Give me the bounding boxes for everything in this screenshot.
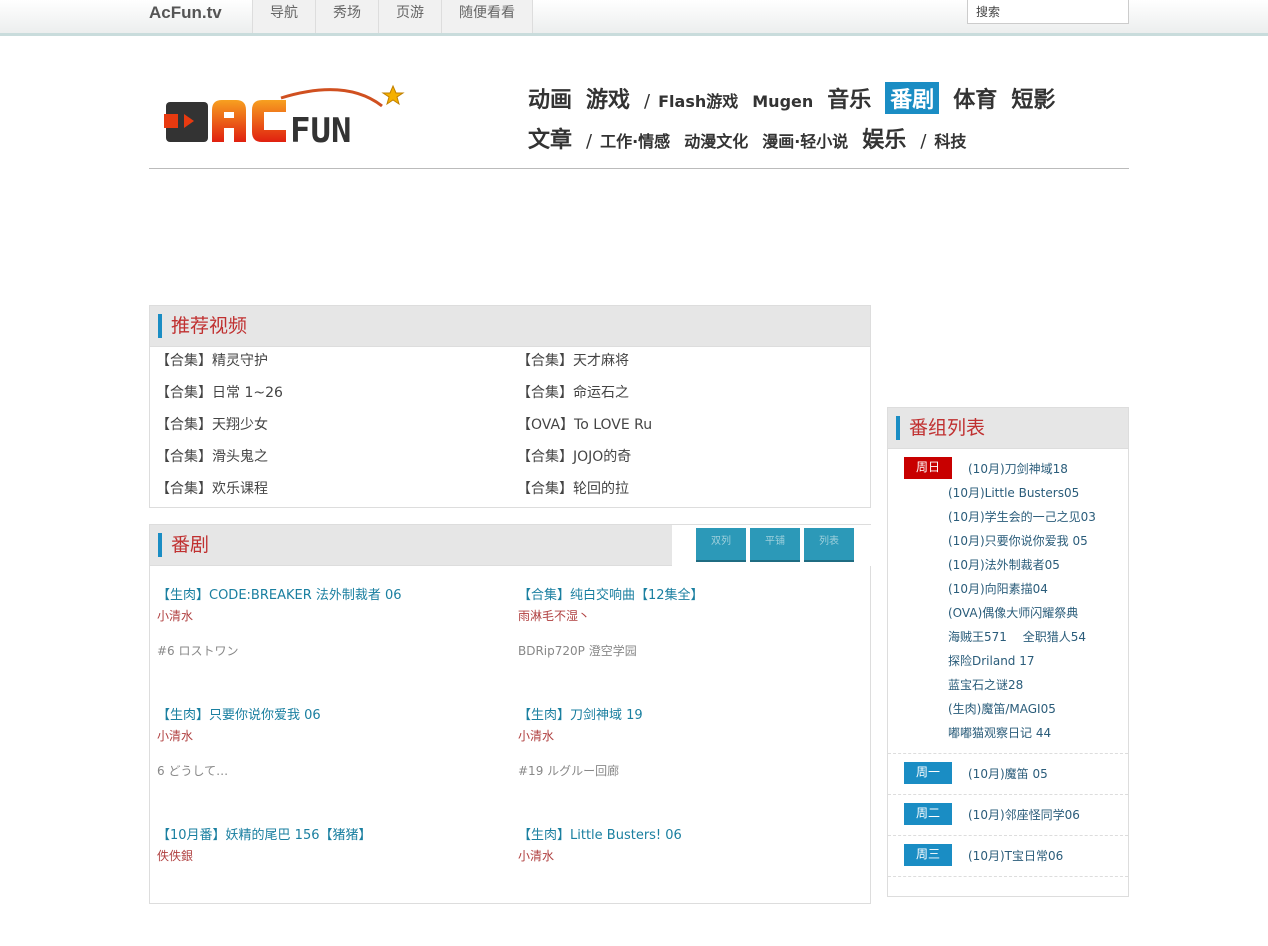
nav-separator: /	[586, 131, 593, 152]
main-nav-item[interactable]: 游戏	[586, 82, 630, 114]
video-author[interactable]: 雨淋毛不湿丶	[518, 606, 868, 626]
nav-separator: /	[644, 91, 651, 112]
video-author[interactable]: 小清水	[518, 726, 868, 746]
schedule-item[interactable]: (10月)学生会的一己之见03	[948, 505, 1096, 529]
recommended-item[interactable]: 【合集】命运石之	[517, 379, 877, 411]
day-items: (10月)刀剑神域18 (10月)Little Busters05 (10月)学生会…	[948, 457, 1096, 745]
schedule-item[interactable]: 海贼王571 全职猎人54	[948, 625, 1096, 649]
top-nav-item[interactable]: 随便看看	[441, 0, 533, 33]
recommended-item[interactable]: 【合集】轮回的拉	[517, 475, 877, 507]
video-item: 【生肉】刀剑神域 19 小清水 #19 ルグルー回廊	[518, 706, 868, 826]
main-nav-item[interactable]: Mugen	[752, 92, 813, 111]
schedule-item[interactable]: (生肉)魔笛/MAGI05	[948, 697, 1096, 721]
video-author[interactable]: 小清水	[518, 846, 868, 866]
video-description: #19 ルグルー回廊	[518, 764, 620, 778]
schedule-item[interactable]: (OVA)偶像大师闪耀祭典	[948, 601, 1096, 625]
schedule-item[interactable]: 探险Driland 17	[948, 649, 1096, 673]
top-nav-item[interactable]: 秀场	[315, 0, 378, 33]
day-tab[interactable]: 周日	[904, 457, 952, 479]
schedule-item[interactable]: (10月)只要你说你爱我 05	[948, 529, 1096, 553]
recommended-item[interactable]: 【合集】天才麻将	[517, 347, 877, 379]
acfun-logo[interactable]: FUN	[156, 78, 406, 151]
recommended-item[interactable]: 【合集】JOJO的奇	[517, 443, 877, 475]
schedule-item[interactable]: (10月)魔笛 05	[958, 762, 1048, 786]
top-bar: AcFun.tv 导航 秀场 页游 随便看看 搜索	[0, 0, 1268, 36]
schedule-item[interactable]: 蓝宝石之谜28	[948, 673, 1096, 697]
video-title[interactable]: 【生肉】只要你说你爱我 06	[157, 706, 518, 726]
schedule-day: 周一 (10月)魔笛 05	[888, 754, 1128, 795]
top-nav-item[interactable]: 导航	[252, 0, 315, 33]
video-item: 【生肉】Little Busters! 06 小清水	[518, 826, 868, 946]
main-nav-item[interactable]: 科技	[934, 128, 966, 152]
main-nav-item[interactable]: 番剧	[885, 82, 940, 114]
day-tab[interactable]: 周三	[904, 844, 952, 866]
recommended-item[interactable]: 【合集】天翔少女	[156, 411, 517, 443]
day-tab[interactable]: 周二	[904, 803, 952, 825]
schedule-item[interactable]: (10月)邻座怪同学06	[958, 803, 1080, 827]
video-author[interactable]: 小清水	[157, 726, 518, 746]
search-input[interactable]: 搜索	[967, 0, 1129, 24]
schedule-day: 周二 (10月)邻座怪同学06	[888, 795, 1128, 836]
video-item: 【生肉】CODE:BREAKER 法外制裁者 06 小清水 #6 ロストワン	[157, 586, 518, 706]
day-items: (10月)T宝日常06	[952, 844, 1063, 868]
nav-separator: /	[920, 131, 927, 152]
schedule-item[interactable]: (10月)法外制裁者05	[948, 553, 1096, 577]
video-item: 【生肉】只要你说你爱我 06 小清水 6 どうして…	[157, 706, 518, 826]
main-nav-item[interactable]: 音乐	[827, 82, 871, 114]
video-description: 6 どうして…	[157, 764, 229, 778]
video-title[interactable]: 【10月番】妖精的尾巴 156【猪猪】	[157, 826, 518, 846]
main-nav-item[interactable]: 工作·情感	[600, 128, 670, 152]
video-author[interactable]: 佚佚銀	[157, 846, 518, 866]
recommended-item[interactable]: 【合集】欢乐课程	[156, 475, 517, 507]
site-brand[interactable]: AcFun.tv	[149, 3, 222, 23]
divider	[149, 168, 1129, 169]
main-nav-item[interactable]: 动漫文化	[684, 128, 748, 152]
main-nav-item[interactable]: 文章	[528, 122, 572, 154]
bangumi-panel: 番剧 双列 平铺 列表 【生肉】CODE:BREAKER 法外制裁者 06 小清水…	[149, 524, 872, 904]
schedule-item[interactable]: (10月)刀剑神域18	[958, 457, 1096, 481]
video-title[interactable]: 【生肉】CODE:BREAKER 法外制裁者 06	[157, 586, 518, 606]
video-item: 【合集】纯白交响曲【12集全】 雨淋毛不湿丶 BDRip720P 澄空学园	[518, 586, 868, 706]
day-tab[interactable]: 周一	[904, 762, 952, 784]
panel-title: 番组列表	[896, 416, 985, 440]
video-title[interactable]: 【生肉】刀剑神域 19	[518, 706, 868, 726]
logo-text: FUN	[290, 111, 351, 148]
panel-title: 番剧	[158, 533, 209, 557]
top-nav: 导航 秀场 页游 随便看看	[252, 0, 533, 33]
recommended-item[interactable]: 【合集】滑头鬼之	[156, 443, 517, 475]
schedule-day: 周日 (10月)刀剑神域18 (10月)Little Busters05 (10月)学…	[888, 449, 1128, 754]
recommended-panel: 推荐视频 【合集】精灵守护 【合集】天才麻将 【合集】日常 1~26 【合集】命运石之…	[149, 305, 871, 508]
day-items: (10月)邻座怪同学06	[952, 803, 1080, 827]
view-tile-button[interactable]: 平铺	[750, 528, 800, 562]
panel-title: 推荐视频	[158, 314, 247, 338]
schedule-item[interactable]: (10月)T宝日常06	[958, 844, 1063, 868]
schedule-day: 周三 (10月)T宝日常06	[888, 836, 1128, 877]
video-title[interactable]: 【生肉】Little Busters! 06	[518, 826, 868, 846]
video-description: BDRip720P 澄空学园	[518, 644, 637, 658]
main-nav-item[interactable]: 动画	[528, 82, 572, 114]
video-description: #6 ロストワン	[157, 644, 239, 658]
schedule-panel: 番组列表 周日 (10月)刀剑神域18 (10月)Little Busters05(…	[887, 407, 1129, 897]
main-nav-item[interactable]: Flash游戏	[658, 88, 738, 112]
view-list-button[interactable]: 列表	[804, 528, 854, 562]
schedule-item[interactable]: 嘟嘟猫观察日记 44	[948, 721, 1096, 745]
main-nav-item[interactable]: 漫画·轻小说	[762, 128, 848, 152]
video-title[interactable]: 【合集】纯白交响曲【12集全】	[518, 586, 868, 606]
recommended-item[interactable]: 【合集】日常 1~26	[156, 379, 517, 411]
schedule-item[interactable]: (10月)向阳素描04	[948, 577, 1096, 601]
main-nav-item[interactable]: 短影	[1011, 82, 1055, 114]
recommended-item[interactable]: 【合集】精灵守护	[156, 347, 517, 379]
video-author[interactable]: 小清水	[157, 606, 518, 626]
main-nav-item[interactable]: 体育	[953, 82, 997, 114]
main-nav: 动画 游戏 / Flash游戏 Mugen 音乐 番剧 体育 短影 文章 / 工作·情感 动漫文化 漫画…	[528, 82, 1128, 162]
recommended-item[interactable]: 【OVA】To LOVE Ru	[517, 411, 877, 443]
top-nav-item[interactable]: 页游	[378, 0, 441, 33]
day-items: (10月)魔笛 05	[952, 762, 1048, 786]
schedule-item[interactable]: (10月)Little Busters05	[948, 481, 1096, 505]
video-item: 【10月番】妖精的尾巴 156【猪猪】 佚佚銀	[157, 826, 518, 946]
view-double-column-button[interactable]: 双列	[696, 528, 746, 562]
main-nav-item[interactable]: 娱乐	[862, 122, 906, 154]
